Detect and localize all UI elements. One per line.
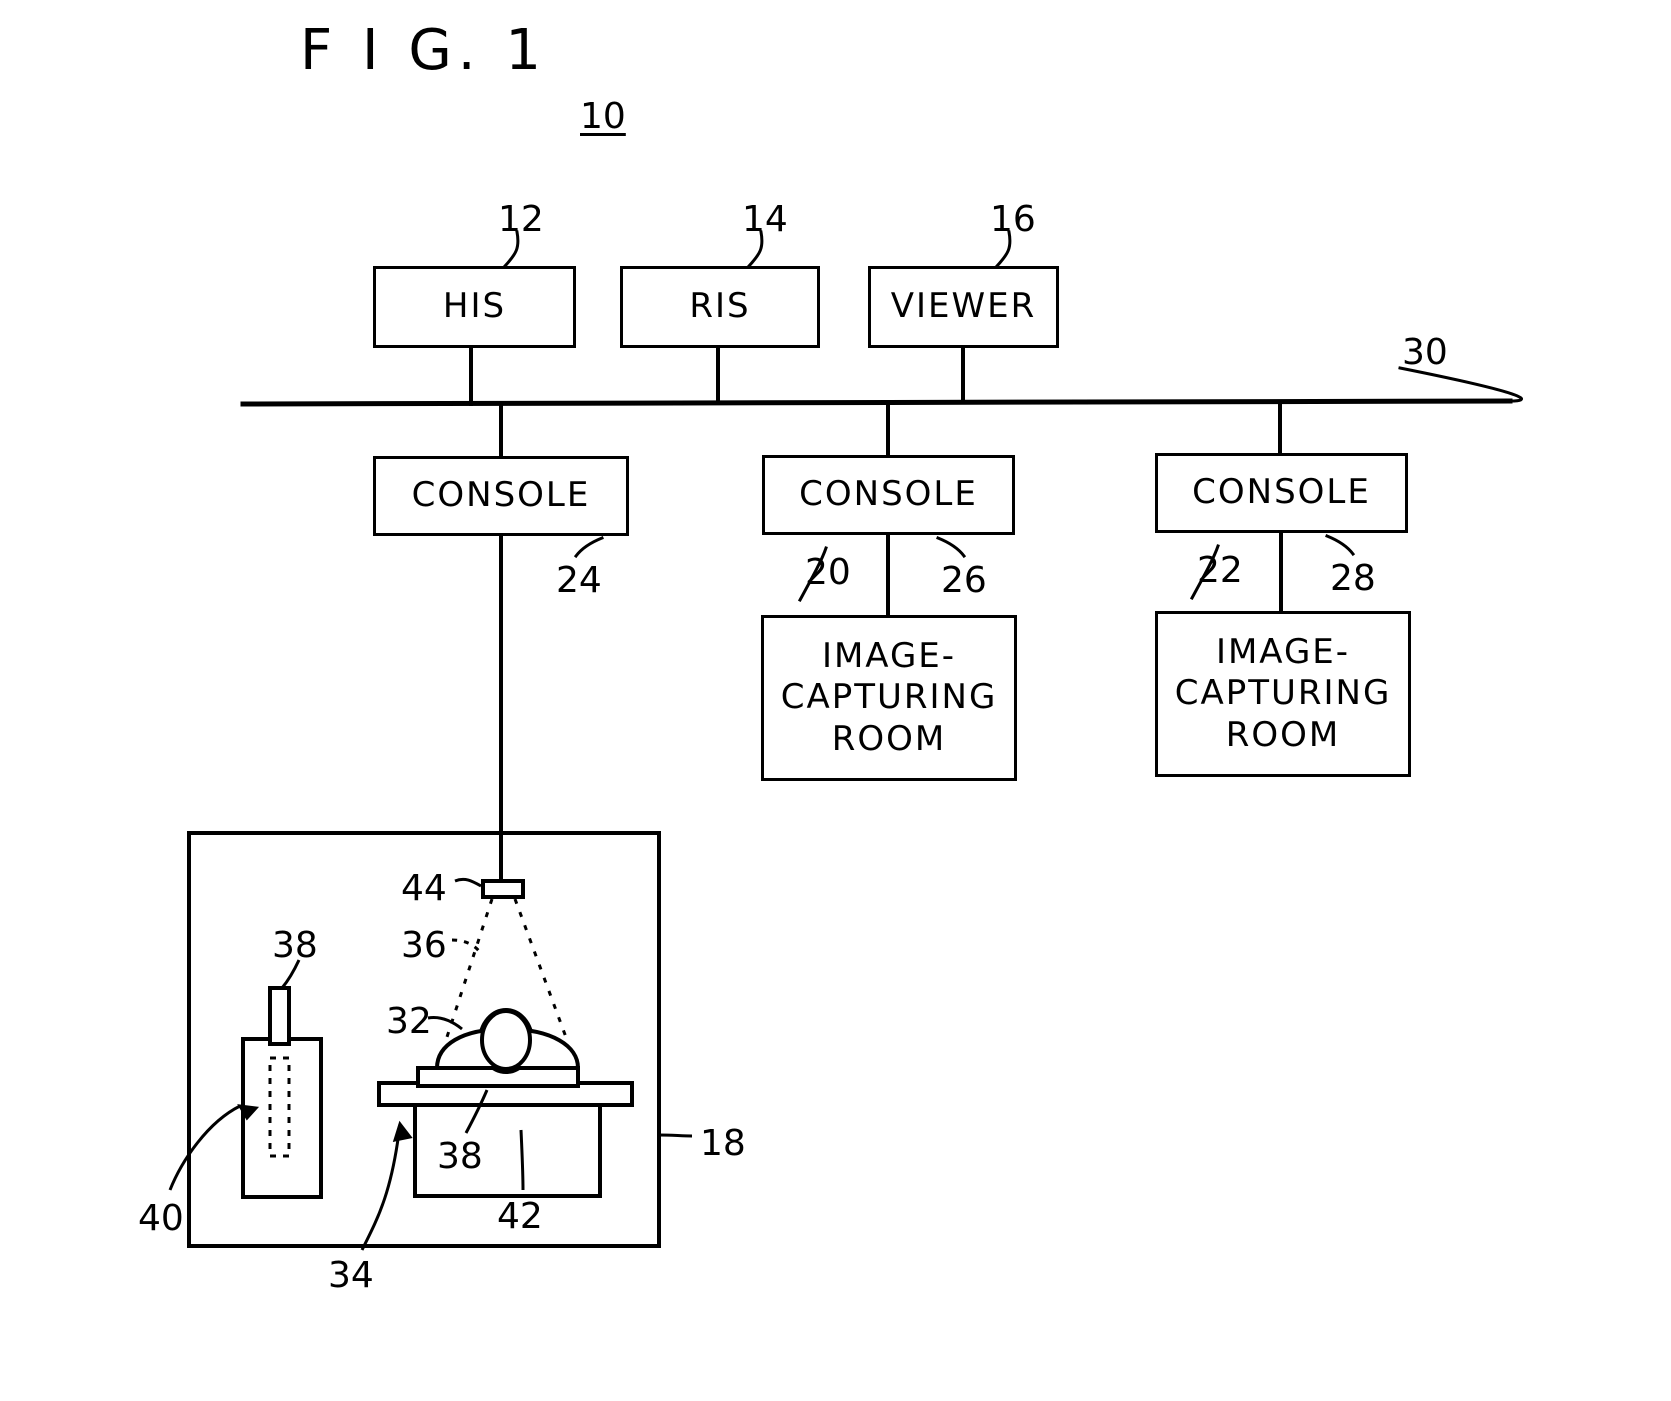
ref-40: 40 xyxy=(138,1198,184,1239)
system-ref-10: 10 xyxy=(580,96,626,137)
room-mid-line2: CAPTURING xyxy=(780,677,998,718)
ref-44: 44 xyxy=(401,868,447,909)
ref-22: 22 xyxy=(1197,550,1243,591)
room-right-line1: IMAGE- xyxy=(1215,631,1351,672)
leader-34 xyxy=(360,1123,402,1251)
block-viewer: VIEWER xyxy=(868,266,1059,348)
leader-26 xyxy=(936,536,967,559)
room-mid-line3: ROOM xyxy=(831,718,947,759)
ref-34: 34 xyxy=(328,1255,374,1296)
stand-post-38 xyxy=(268,986,291,1046)
stand-detector-38 xyxy=(268,1056,291,1158)
ref-38-stand: 38 xyxy=(272,925,318,966)
ref-12: 12 xyxy=(498,199,544,240)
leader-32 xyxy=(427,1016,463,1031)
ref-16: 16 xyxy=(990,199,1036,240)
block-console-left-label: CONSOLE xyxy=(411,475,591,516)
ref-28: 28 xyxy=(1330,558,1376,599)
block-his-label: HIS xyxy=(442,286,507,327)
ref-14: 14 xyxy=(742,199,788,240)
block-console-mid: CONSOLE xyxy=(762,455,1015,535)
block-console-left: CONSOLE xyxy=(373,456,629,536)
leader-40 xyxy=(168,1104,241,1191)
leader-38-table xyxy=(464,1089,489,1134)
block-his: HIS xyxy=(373,266,576,348)
ref-26: 26 xyxy=(941,560,987,601)
stand-40 xyxy=(241,1037,323,1199)
block-console-right-label: CONSOLE xyxy=(1192,472,1371,513)
block-console-mid-label: CONSOLE xyxy=(799,474,978,515)
block-ris-label: RIS xyxy=(689,286,751,327)
leader-40-arrow xyxy=(237,1104,260,1121)
bed-top-34 xyxy=(377,1081,634,1107)
leader-24 xyxy=(573,536,604,559)
beam-left xyxy=(444,898,494,1041)
bed-top-line xyxy=(409,1088,589,1089)
ref-36: 36 xyxy=(401,925,447,966)
leader-42 xyxy=(519,1129,525,1191)
room-right-line2: CAPTURING xyxy=(1174,673,1392,714)
detector-table-38 xyxy=(416,1066,580,1088)
subject-head-32 xyxy=(478,1008,534,1074)
leader-34-arrow xyxy=(392,1120,413,1142)
leader-44 xyxy=(454,877,482,888)
block-image-capturing-room-right: IMAGE- CAPTURING ROOM xyxy=(1155,611,1411,777)
block-viewer-label: VIEWER xyxy=(890,286,1037,327)
leader-36 xyxy=(451,938,481,953)
radiation-source-44 xyxy=(481,879,525,899)
leader-28 xyxy=(1325,534,1356,557)
ref-20: 20 xyxy=(805,552,851,593)
ref-18: 18 xyxy=(700,1123,746,1164)
subject-body-32 xyxy=(434,1026,581,1070)
room-right-line3: ROOM xyxy=(1225,714,1341,755)
block-image-capturing-room-mid: IMAGE- CAPTURING ROOM xyxy=(761,615,1017,781)
figure-canvas: F I G. 1 10 12 14 16 30 HIS RIS VIEWER C… xyxy=(0,0,1671,1401)
room-mid-line1: IMAGE- xyxy=(821,635,957,676)
subject-head-front xyxy=(480,1009,532,1071)
network-bus xyxy=(240,398,1513,407)
block-ris: RIS xyxy=(620,266,820,348)
beam-right xyxy=(513,898,569,1041)
block-console-right: CONSOLE xyxy=(1155,453,1408,533)
leader-18 xyxy=(658,1133,693,1138)
ref-30: 30 xyxy=(1402,332,1448,373)
ref-32: 32 xyxy=(386,1001,432,1042)
ref-42: 42 xyxy=(497,1196,543,1237)
figure-title: F I G. 1 xyxy=(300,18,547,83)
ref-24: 24 xyxy=(556,560,602,601)
ref-38-table: 38 xyxy=(437,1136,483,1177)
